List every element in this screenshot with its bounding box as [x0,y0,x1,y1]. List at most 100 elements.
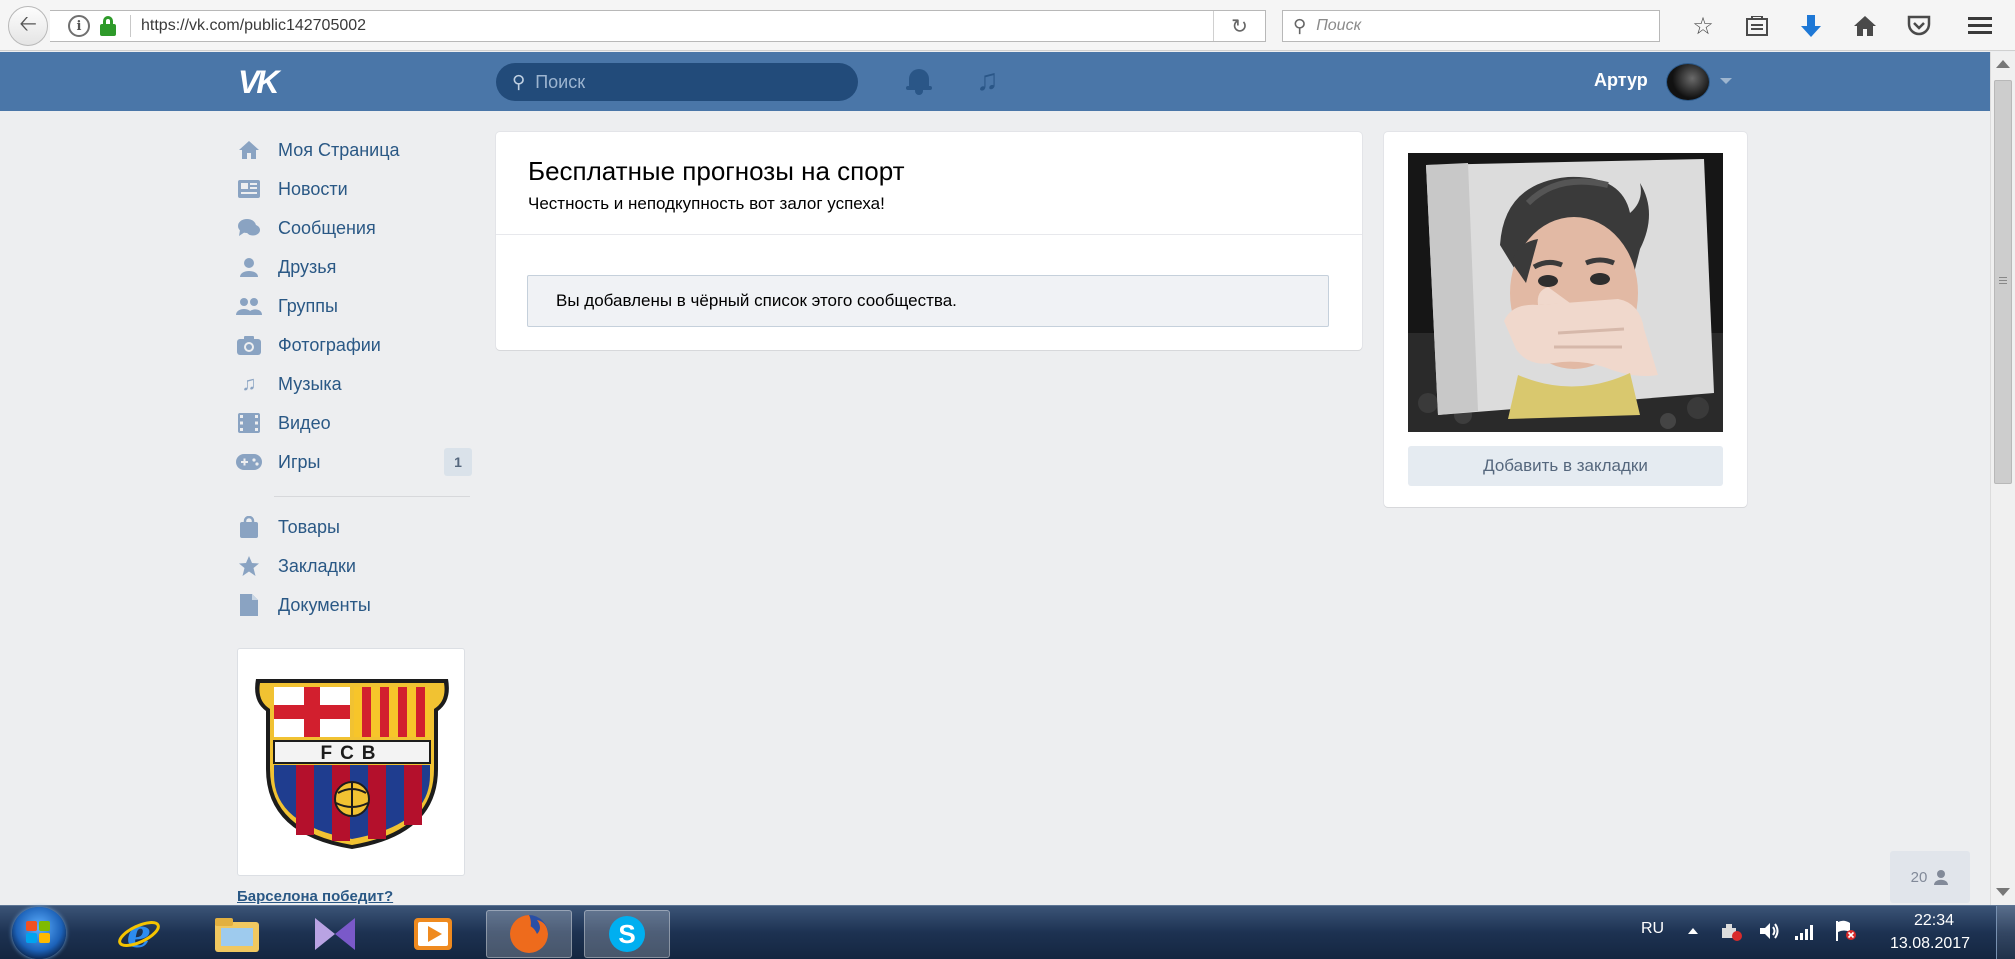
camera-icon [236,334,262,356]
vk-logo[interactable]: VK [238,66,279,98]
groups-icon [236,295,262,317]
scrollbar-thumb[interactable] [1994,80,2012,484]
document-icon [236,594,262,616]
action-center-flag-icon[interactable] [1834,920,1858,947]
address-bar[interactable]: i https://vk.com/public142705002 ↻ [50,10,1266,42]
sidebar-item-my-page[interactable]: Моя Страница [236,135,472,165]
sidebar-item-news[interactable]: Новости [236,174,472,204]
device-removal-icon[interactable] [1720,922,1742,942]
back-arrow-icon: 🡠 [19,11,37,36]
messages-icon [236,217,262,239]
download-icon[interactable] [1796,11,1826,41]
start-button[interactable] [12,907,66,959]
sidebar-item-games[interactable]: Игры 1 [236,447,472,477]
info-icon[interactable]: i [68,15,90,37]
reading-list-icon[interactable] [1742,11,1772,41]
bookmark-star-icon[interactable]: ☆ [1688,11,1718,41]
person-icon [1934,870,1949,885]
music-player-icon[interactable]: ♫ [976,62,999,100]
sidebar-item-label: Игры [278,451,321,472]
shopping-bag-icon [236,516,262,538]
scroll-up-arrow-icon[interactable] [1996,60,2010,68]
browser-search-input[interactable]: ⚲ Поиск [1282,10,1660,42]
sidebar-item-label: Товары [278,516,340,537]
vk-search-input[interactable]: ⚲ Поиск [496,63,858,101]
online-friends-widget[interactable]: 20 [1890,851,1970,903]
sidebar-item-friends[interactable]: Друзья [236,252,472,282]
sidebar-item-music[interactable]: ♫ Музыка [236,369,472,399]
community-header-card: Бесплатные прогнозы на спорт Честность и… [496,132,1362,350]
sidebar-item-label: Новости [278,178,348,199]
clock-time[interactable]: 22:34 [1914,912,1954,930]
page-title: Бесплатные прогнозы на спорт [528,156,905,186]
community-status: Честность и неподкупность вот залог успе… [528,194,885,213]
sidebar-item-bookmarks[interactable]: Закладки [236,551,472,581]
clock-date[interactable]: 13.08.2017 [1890,935,1970,953]
sidebar-item-label: Документы [278,594,371,615]
add-bookmark-button[interactable]: Добавить в закладки [1408,446,1723,486]
vk-top-bar: VK ⚲ Поиск ♫ Артур [0,52,1990,111]
vk-search-placeholder: Поиск [535,71,586,92]
user-name[interactable]: Артур [1594,70,1648,91]
sidebar-item-label: Моя Страница [278,139,400,160]
sidebar-item-goods[interactable]: Товары [236,512,472,542]
community-avatar-image[interactable] [1408,153,1723,432]
home-icon[interactable] [1850,11,1880,41]
media-player-icon[interactable] [390,910,476,958]
ad-link[interactable]: Барселона победит? [237,888,393,905]
music-icon: ♫ [241,372,257,395]
chevron-down-icon[interactable] [1720,78,1732,84]
scroll-down-arrow-icon[interactable] [1996,888,2010,896]
video-icon [236,412,262,434]
sidebar-item-label: Друзья [278,256,337,277]
skype-icon[interactable]: S [584,910,670,958]
menu-divider [274,496,470,497]
internet-explorer-icon[interactable]: e [96,910,182,958]
sidebar-item-label: Закладки [278,555,356,576]
search-icon: ⚲ [512,71,526,92]
sidebar-item-label: Музыка [278,373,342,394]
blacklist-notice: Вы добавлены в чёрный список этого сообщ… [527,275,1329,327]
network-signal-icon[interactable] [1794,921,1818,946]
windows-logo-icon [26,921,52,945]
browser-toolbar: 🡠 i https://vk.com/public142705002 ↻ ⚲ П… [0,0,2015,51]
url-text[interactable]: https://vk.com/public142705002 [130,15,366,37]
online-count: 20 [1910,868,1928,886]
firefox-icon[interactable] [486,910,572,958]
sidebar-item-video[interactable]: Видео [236,408,472,438]
sidebar-item-messages[interactable]: Сообщения [236,213,472,243]
home-icon [236,139,262,161]
sidebar-item-documents[interactable]: Документы [236,590,472,620]
reload-button[interactable]: ↻ [1213,11,1265,41]
star-icon [236,555,262,577]
games-icon [236,451,262,473]
language-indicator[interactable]: RU [1641,920,1664,938]
search-icon: ⚲ [1293,15,1307,36]
sidebar-item-label: Видео [278,412,331,433]
sidebar-item-photos[interactable]: Фотографии [236,330,472,360]
visual-studio-icon[interactable] [292,910,378,958]
svg-text:S: S [618,919,635,949]
svg-text:e: e [127,912,151,956]
fcb-crest-icon: FCB [255,679,449,849]
page-scrollbar[interactable] [1990,52,2015,905]
pocket-icon[interactable] [1904,11,1934,41]
hamburger-menu-icon[interactable] [1965,11,1995,41]
ad-banner[interactable]: FCB [237,648,465,876]
sidebar-item-groups[interactable]: Группы [236,291,472,321]
games-counter-badge[interactable]: 1 [444,448,472,476]
volume-icon[interactable] [1758,921,1782,946]
file-explorer-icon[interactable] [194,910,280,958]
back-button[interactable]: 🡠 [8,6,48,46]
community-cover-card: Добавить в закладки [1384,132,1747,507]
show-hidden-icons-icon[interactable] [1688,928,1698,934]
show-desktop-button[interactable] [1996,906,2015,959]
notifications-bell-icon[interactable] [904,66,934,96]
browser-search-placeholder: Поиск [1316,17,1362,34]
reload-icon: ↻ [1231,15,1248,38]
svg-text:FCB: FCB [320,743,383,764]
news-icon [236,178,262,200]
lock-icon[interactable] [100,16,116,36]
sidebar-item-label: Фотографии [278,334,381,355]
avatar[interactable] [1666,63,1710,101]
